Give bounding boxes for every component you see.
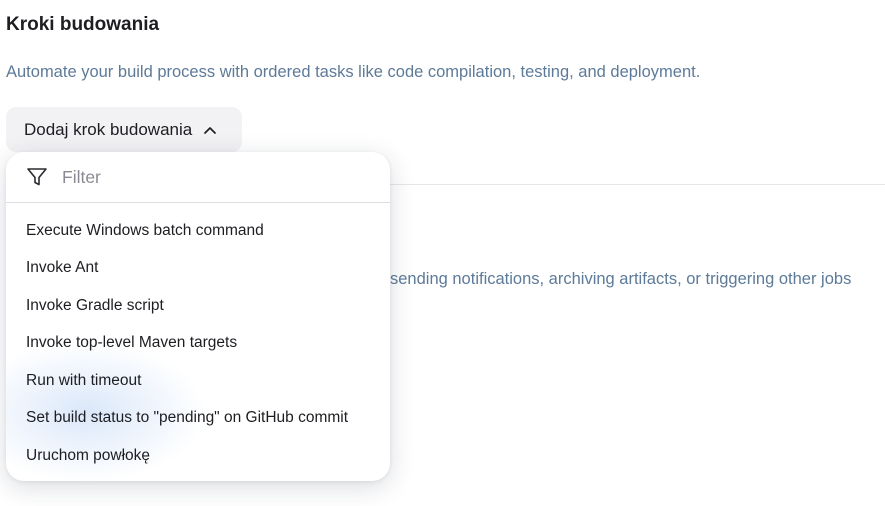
menu-item[interactable]: Execute Windows batch command: [6, 212, 390, 250]
filter-input[interactable]: [60, 165, 354, 189]
menu-item[interactable]: Invoke Ant: [6, 250, 390, 288]
post-build-description: sending notifications, archiving artifac…: [390, 270, 852, 288]
chevron-up-icon: [203, 125, 217, 135]
filter-row: [6, 152, 390, 203]
add-build-step-button[interactable]: Dodaj krok budowania: [6, 107, 242, 152]
menu-item[interactable]: Run with timeout: [6, 362, 390, 400]
funnel-icon: [26, 167, 48, 187]
section-title: Kroki budowania: [6, 14, 160, 35]
build-step-menu: Execute Windows batch command Invoke Ant I…: [6, 203, 390, 475]
add-build-step-label: Dodaj krok budowania: [24, 119, 193, 139]
section-description: Automate your build process with ordered…: [6, 63, 701, 81]
menu-item[interactable]: Uruchom powłokę: [6, 437, 390, 475]
menu-item[interactable]: Invoke Gradle script: [6, 287, 390, 325]
menu-item[interactable]: Set build status to "pending" on GitHub …: [6, 400, 390, 438]
menu-item[interactable]: Invoke top-level Maven targets: [6, 325, 390, 363]
section-divider: [380, 184, 885, 185]
build-step-dropdown: Execute Windows batch commandInvoke AntI…: [6, 152, 390, 481]
